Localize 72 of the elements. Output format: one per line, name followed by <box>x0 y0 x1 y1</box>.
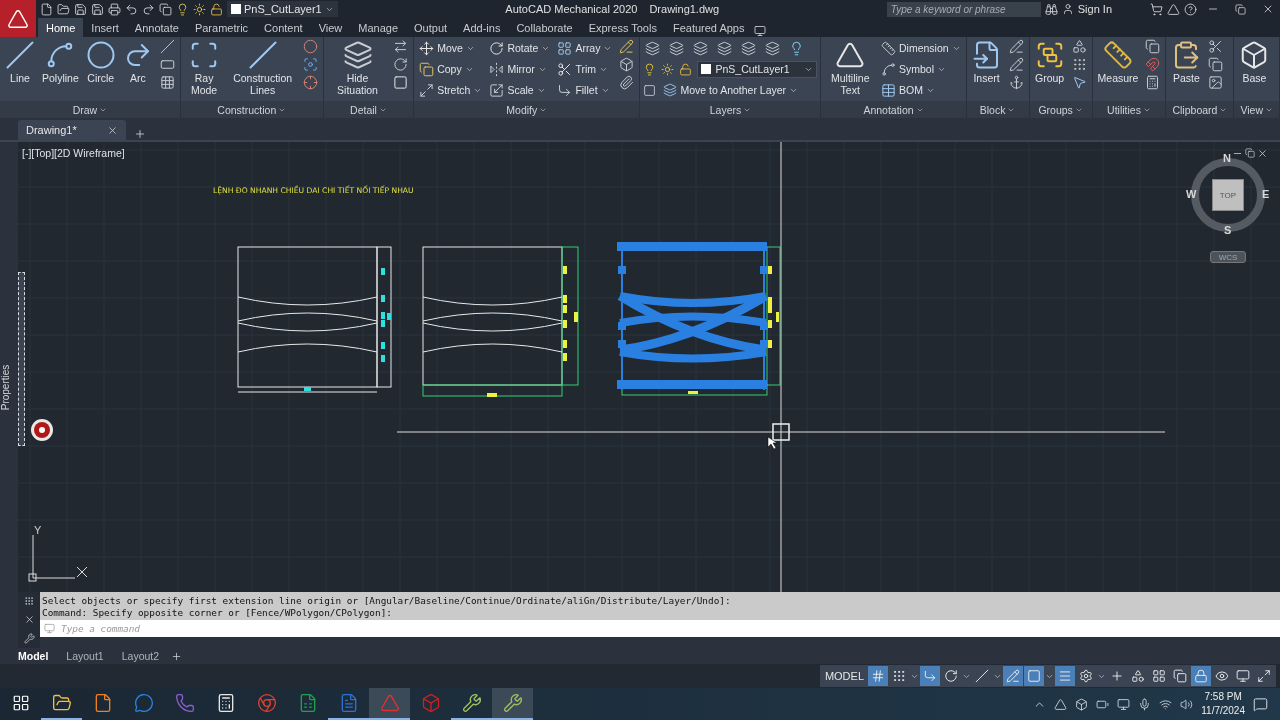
ribbon-tool-button[interactable]: Mirror <box>487 60 553 78</box>
ribbon-tool-button[interactable]: Paste <box>1169 39 1204 85</box>
viewcube-face[interactable]: TOP <box>1212 179 1244 211</box>
panel-title[interactable]: Utilities <box>1092 101 1166 118</box>
panel-title[interactable]: View <box>1234 101 1279 118</box>
ribbon-tool-button[interactable]: Multiline Text <box>824 39 876 97</box>
ribbon-tool-button[interactable]: Polyline <box>40 39 81 85</box>
layer-dropdown[interactable]: PnS_CutLayer1 <box>227 1 338 17</box>
ribbon-tab[interactable]: Add-ins <box>455 18 509 37</box>
compass-north[interactable]: N <box>1223 152 1231 164</box>
compass-south[interactable]: S <box>1224 224 1232 236</box>
ribbon-tool-button[interactable]: BOM <box>879 81 963 99</box>
sign-in-link[interactable]: Sign In <box>1061 3 1112 15</box>
ribbon-tool-button[interactable]: Construction Lines <box>227 39 298 97</box>
ribbon-tool-button[interactable]: Fillet <box>555 81 615 99</box>
panel-title[interactable]: Layers <box>640 101 821 118</box>
ribbon-tool-button[interactable]: Dimension <box>879 39 963 57</box>
layout-tab[interactable]: Model <box>10 650 57 662</box>
command-field[interactable]: Type a command <box>40 620 1280 637</box>
command-history-line: Command: Specify opposite corner or [Fence/WPolygon/CPolygon]: <box>42 607 393 619</box>
ribbon-tab[interactable]: Annotate <box>126 18 187 37</box>
ribbon-tool-button[interactable]: Line <box>3 39 37 85</box>
panel-title[interactable]: Groups <box>1029 101 1092 118</box>
ribbon-tool-button[interactable]: Stretch <box>417 81 485 99</box>
axis-label: Y <box>34 524 42 536</box>
compass-east[interactable]: E <box>1262 188 1270 200</box>
ribbon-tab[interactable]: Output <box>406 18 456 37</box>
layout-tab[interactable]: Layout2 <box>113 650 168 662</box>
ribbon-tool-button[interactable]: Rotate <box>487 39 553 57</box>
ribbon-tool-button[interactable]: Hide Situation <box>326 39 389 97</box>
panel-title[interactable]: Annotation <box>821 101 966 118</box>
compass-west[interactable]: W <box>1186 188 1197 200</box>
app-title: AutoCAD Mechanical 2020 <box>505 3 638 15</box>
panel-title[interactable]: Block <box>966 101 1029 118</box>
panel-title[interactable]: Draw <box>0 101 180 118</box>
ribbon-tool-button[interactable]: Measure <box>1095 39 1141 85</box>
ribbon-tool-button[interactable]: Group <box>1032 39 1067 85</box>
search-field[interactable]: Type a keyword or phrase <box>886 1 1041 17</box>
viewport-label[interactable]: [-][Top][2D Wireframe] <box>22 147 125 159</box>
ribbon-tab[interactable]: Home <box>38 18 84 37</box>
layout-tab[interactable]: Layout1 <box>58 650 112 662</box>
ribbon-tab[interactable]: Featured Apps <box>664 18 753 37</box>
ribbon-tool-button[interactable]: Array <box>555 39 615 57</box>
ribbon-tool-button[interactable]: Symbol <box>879 60 963 78</box>
ribbon-tab[interactable]: Collaborate <box>508 18 581 37</box>
ribbon-tab[interactable]: Insert <box>83 18 127 37</box>
ribbon-tool-button[interactable]: Insert <box>969 39 1004 85</box>
panel-title[interactable]: Detail <box>323 101 414 118</box>
ribbon-tab[interactable]: View <box>310 18 351 37</box>
ribbon-tool-button[interactable]: Circle <box>83 39 118 85</box>
clock[interactable]: 7:58 PM 11/7/2024 <box>1201 690 1245 718</box>
file-tab[interactable]: Drawing1* <box>18 120 126 140</box>
panel-title[interactable]: Modify <box>414 101 640 118</box>
panel-title[interactable]: Construction <box>180 101 323 118</box>
ribbon-tool-button[interactable]: Scale <box>487 81 553 99</box>
ribbon-tool-button[interactable]: Ray Mode <box>183 39 225 97</box>
layer-dropdown[interactable]: PnS_CutLayer1 <box>697 60 818 78</box>
ribbon-tab[interactable]: Manage <box>350 18 407 37</box>
command-history-line: Select objects or specify first extension line origin or [Angular/Baseline/Continue/Ordinate/aliGn/Distribute/Layer/Undo]: <box>42 595 732 607</box>
model-space-button[interactable]: MODEL <box>821 670 867 682</box>
file-name: Drawing1.dwg <box>649 3 720 15</box>
ribbon-tab[interactable]: Parametric <box>186 18 257 37</box>
panel-title[interactable]: Clipboard <box>1166 101 1234 118</box>
ribbon-tab[interactable]: Content <box>256 18 311 37</box>
ribbon-tool-button[interactable]: Move <box>417 39 485 57</box>
ribbon-tab[interactable]: Express Tools <box>580 18 665 37</box>
ribbon-tool-button[interactable]: Copy <box>417 60 485 78</box>
ribbon-tool-button[interactable]: Arc <box>120 39 155 85</box>
palette-title: Properties <box>0 364 12 411</box>
ribbon-tool-button[interactable]: Trim <box>555 60 615 78</box>
ribbon-tool-button[interactable]: Move to Another Layer <box>661 81 801 99</box>
ribbon-tool-button[interactable]: Base <box>1237 39 1272 85</box>
